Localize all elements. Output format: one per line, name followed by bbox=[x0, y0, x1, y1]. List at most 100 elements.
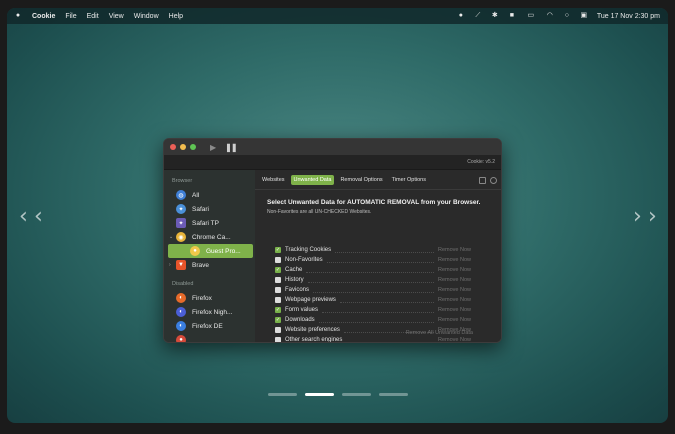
version-label: Cookie: v5.2 bbox=[164, 155, 501, 170]
tab-removal-options[interactable]: Removal Options bbox=[337, 175, 385, 185]
option-checkbox[interactable]: ✓ bbox=[275, 267, 281, 273]
tab-timer-options[interactable]: Timer Options bbox=[389, 175, 429, 185]
option-row: Non-Favorites Remove Now bbox=[275, 255, 471, 265]
app-menu[interactable]: Cookie bbox=[32, 13, 55, 20]
chevron-down-icon[interactable]: ⌄ bbox=[169, 234, 173, 240]
search-icon[interactable]: ○ bbox=[563, 12, 571, 20]
sidebar-item-label: All bbox=[192, 191, 200, 199]
sidebar-item-label: Firefox bbox=[192, 294, 212, 302]
dotted-leader bbox=[322, 308, 434, 313]
option-row: Favicons Remove Now bbox=[275, 285, 471, 295]
sidebar-item-chrome-canary[interactable]: ⌄ ◉ Chrome Ca... bbox=[164, 230, 255, 244]
control-center-icon[interactable]: ▣ bbox=[580, 12, 588, 20]
sidebar-item-browser[interactable]: ● bbox=[164, 333, 255, 342]
firefox-nightly-icon: ◐ bbox=[176, 307, 186, 317]
sidebar-item-label: Guest Pro... bbox=[206, 247, 241, 255]
option-row: Other search engines Remove Now bbox=[275, 335, 471, 342]
sidebar-item-firefox-de[interactable]: ◐ Firefox DE bbox=[164, 319, 255, 333]
option-checkbox[interactable]: ✓ bbox=[275, 247, 281, 253]
remove-now-button[interactable]: Remove Now bbox=[438, 247, 471, 253]
chrome-canary-icon: ◉ bbox=[176, 232, 186, 242]
option-checkbox[interactable] bbox=[275, 297, 281, 303]
dotted-leader bbox=[318, 318, 434, 323]
sidebar-item-firefox[interactable]: ◐ Firefox bbox=[164, 291, 255, 305]
safari-tp-icon: ✦ bbox=[176, 218, 186, 228]
prev-arrow-shadow: ‹ bbox=[34, 204, 43, 229]
chevron-right-icon[interactable]: › bbox=[169, 262, 171, 268]
sidebar-item-safari-tp[interactable]: ✦ Safari TP bbox=[164, 216, 255, 230]
pause-icon[interactable]: ❚❚ bbox=[225, 143, 237, 152]
remove-now-button[interactable]: Remove Now bbox=[438, 297, 471, 303]
page-dot[interactable] bbox=[268, 393, 297, 396]
feather-icon[interactable]: ⟋ bbox=[474, 12, 482, 20]
menu-edit[interactable]: Edit bbox=[87, 13, 99, 20]
option-row: ✓ Downloads Remove Now bbox=[275, 315, 471, 325]
page-title: Select Unwanted Data for AUTOMATIC REMOV… bbox=[267, 199, 481, 206]
option-checkbox[interactable] bbox=[275, 257, 281, 263]
tab-unwanted-data[interactable]: Unwanted Data bbox=[290, 175, 335, 185]
menu-file[interactable]: File bbox=[65, 13, 76, 20]
dotted-leader bbox=[313, 288, 434, 293]
remove-now-button[interactable]: Remove Now bbox=[438, 287, 471, 293]
wifi-icon[interactable]: ◠ bbox=[546, 12, 554, 20]
sidebar-header-browser: Browser bbox=[172, 178, 193, 184]
user-icon[interactable]: ● bbox=[457, 12, 465, 20]
sidebar: Browser ◍ All ✦ Safari ✦ Safari TP ⌄ ◉ C… bbox=[164, 170, 255, 342]
title-bar: ▶ ❚❚ bbox=[164, 139, 501, 155]
zoom-button[interactable] bbox=[190, 144, 196, 150]
option-row: History Remove Now bbox=[275, 275, 471, 285]
page-indicator bbox=[268, 393, 408, 396]
sidebar-item-label: Brave bbox=[192, 261, 209, 269]
firefox-de-icon: ◐ bbox=[176, 321, 186, 331]
main-panel: Websites Unwanted Data Removal Options T… bbox=[255, 170, 501, 342]
option-label: Non-Favorites bbox=[285, 257, 323, 263]
remove-now-button[interactable]: Remove Now bbox=[438, 257, 471, 263]
battery-icon[interactable]: ▭ bbox=[525, 12, 537, 20]
option-checkbox[interactable]: ✓ bbox=[275, 307, 281, 313]
remove-all-button[interactable]: Remove All Unwanted Data bbox=[406, 330, 473, 336]
page-dot[interactable] bbox=[379, 393, 408, 396]
sidebar-item-all[interactable]: ◍ All bbox=[164, 188, 255, 202]
option-checkbox[interactable] bbox=[275, 287, 281, 293]
sidebar-item-firefox-nightly[interactable]: ◐ Firefox Nigh... bbox=[164, 305, 255, 319]
dotted-leader bbox=[346, 338, 434, 342]
sidebar-item-brave[interactable]: › ▼ Brave bbox=[164, 258, 255, 272]
play-icon[interactable]: ▶ bbox=[210, 143, 216, 152]
menu-help[interactable]: Help bbox=[169, 13, 183, 20]
settings-icon[interactable] bbox=[490, 176, 497, 184]
browser-icon: ● bbox=[176, 335, 186, 342]
cookie-icon[interactable]: ■ bbox=[508, 12, 516, 20]
list-view-icon[interactable] bbox=[479, 176, 486, 184]
option-checkbox[interactable] bbox=[275, 277, 281, 283]
option-label: Webpage previews bbox=[285, 297, 336, 303]
clock[interactable]: Tue 17 Nov 2:30 pm bbox=[597, 13, 660, 20]
remove-now-button[interactable]: Remove Now bbox=[438, 307, 471, 313]
menu-window[interactable]: Window bbox=[134, 13, 159, 20]
remove-now-button[interactable]: Remove Now bbox=[438, 277, 471, 283]
option-label: Website preferences bbox=[285, 327, 340, 333]
option-checkbox[interactable] bbox=[275, 337, 281, 342]
sidebar-item-safari[interactable]: ✦ Safari bbox=[164, 202, 255, 216]
sidebar-item-label: Firefox Nigh... bbox=[192, 308, 233, 316]
menu-view[interactable]: View bbox=[109, 13, 124, 20]
remove-now-button[interactable]: Remove Now bbox=[438, 267, 471, 273]
prev-arrow[interactable]: ‹ bbox=[19, 204, 28, 229]
remove-now-button[interactable]: Remove Now bbox=[438, 337, 471, 342]
page-dot[interactable] bbox=[342, 393, 371, 396]
option-checkbox[interactable] bbox=[275, 327, 281, 333]
page-dot[interactable] bbox=[305, 393, 334, 396]
option-checkbox[interactable]: ✓ bbox=[275, 317, 281, 323]
remove-now-button[interactable]: Remove Now bbox=[438, 317, 471, 323]
sidebar-item-label: Firefox DE bbox=[192, 322, 223, 330]
gear-icon[interactable]: ✱ bbox=[491, 12, 499, 20]
next-arrow[interactable]: › bbox=[633, 204, 642, 229]
apple-icon[interactable]: ● bbox=[14, 12, 22, 20]
close-button[interactable] bbox=[170, 144, 176, 150]
page-subtitle: Non-Favorites are all UN-CHECKED Website… bbox=[267, 209, 372, 215]
tab-websites[interactable]: Websites bbox=[259, 175, 288, 185]
sidebar-item-guest-profile[interactable]: ● Guest Pro... bbox=[168, 244, 253, 258]
option-label: History bbox=[285, 277, 304, 283]
minimize-button[interactable] bbox=[180, 144, 186, 150]
option-row: ✓ Form values Remove Now bbox=[275, 305, 471, 315]
globe-icon: ◍ bbox=[176, 190, 186, 200]
